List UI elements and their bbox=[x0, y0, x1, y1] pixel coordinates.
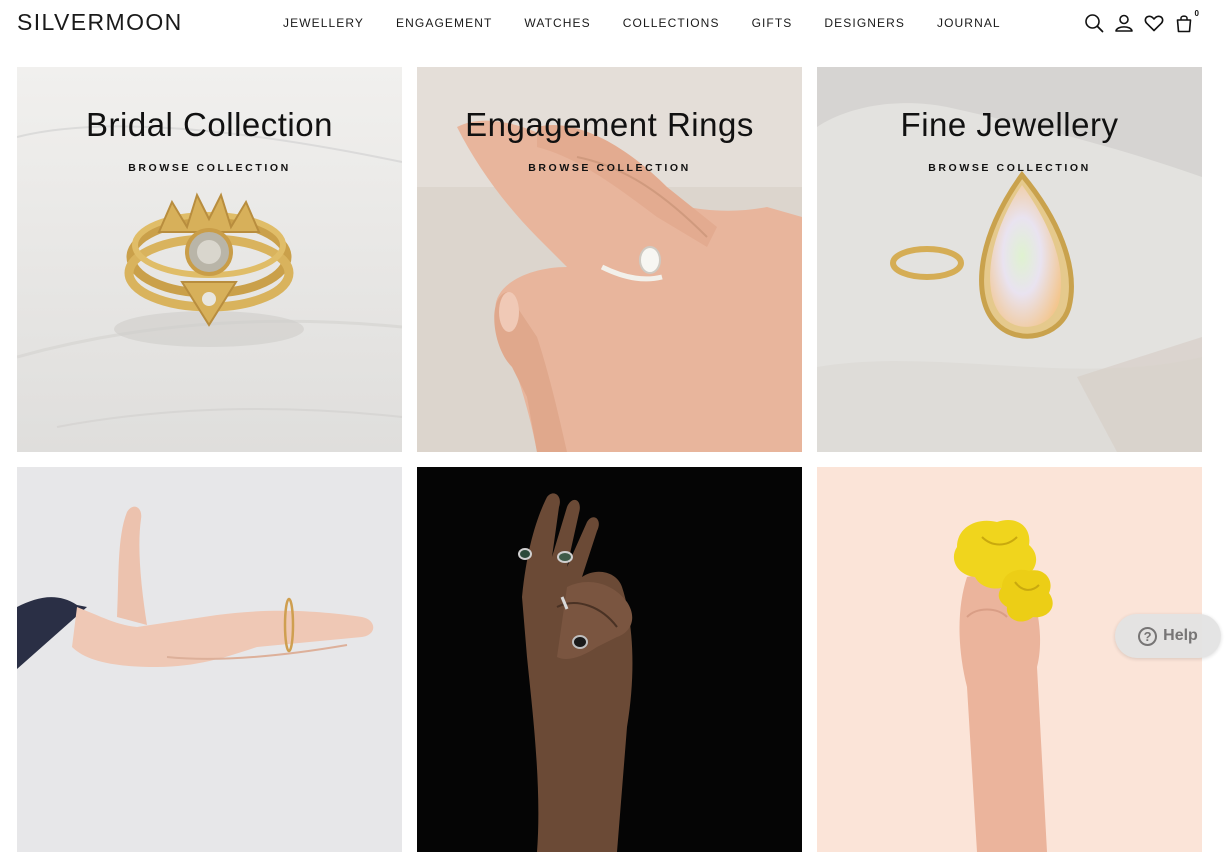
cart-count: 0 bbox=[1194, 9, 1199, 18]
browse-collection-link[interactable]: BROWSE COLLECTION bbox=[17, 161, 402, 175]
help-label: Help bbox=[1163, 627, 1198, 644]
nav-designers[interactable]: DESIGNERS bbox=[824, 15, 905, 31]
browse-collection-link[interactable]: BROWSE COLLECTION bbox=[417, 161, 802, 175]
bag-icon[interactable]: 0 bbox=[1173, 9, 1199, 34]
tile-bridal-collection[interactable]: Bridal Collection BROWSE COLLECTION bbox=[17, 67, 402, 452]
question-circle-icon: ? bbox=[1138, 626, 1158, 646]
account-icon[interactable] bbox=[1113, 12, 1135, 34]
tile-title: Engagement Rings bbox=[465, 106, 754, 143]
hands-with-rings-image bbox=[417, 467, 802, 852]
main-nav: JEWELLERY ENGAGEMENT WATCHES COLLECTIONS… bbox=[283, 15, 1033, 31]
nav-engagement[interactable]: ENGAGEMENT bbox=[396, 15, 492, 31]
tile-title: Fine Jewellery bbox=[900, 106, 1119, 143]
tile-designer-rings[interactable] bbox=[417, 467, 802, 852]
tile-stacking-rings[interactable] bbox=[17, 467, 402, 852]
logo[interactable]: SILVERMOON bbox=[17, 8, 183, 36]
help-button[interactable]: ? Help bbox=[1115, 614, 1221, 658]
nav-watches[interactable]: WATCHES bbox=[524, 15, 590, 31]
browse-collection-link[interactable]: BROWSE COLLECTION bbox=[817, 161, 1202, 175]
header-icons: 0 bbox=[1075, 9, 1199, 34]
thin-ring-hand-image bbox=[17, 467, 402, 852]
heart-icon[interactable] bbox=[1143, 12, 1165, 34]
tile-fine-jewellery[interactable]: Fine Jewellery BROWSE COLLECTION bbox=[817, 67, 1202, 452]
nav-journal[interactable]: JOURNAL bbox=[937, 15, 1001, 31]
tile-engagement-rings[interactable]: Engagement Rings BROWSE COLLECTION bbox=[417, 67, 802, 452]
nav-jewellery[interactable]: JEWELLERY bbox=[283, 15, 364, 31]
site-header: SILVERMOON JEWELLERY ENGAGEMENT WATCHES … bbox=[0, 0, 1229, 48]
nav-collections[interactable]: COLLECTIONS bbox=[623, 15, 720, 31]
search-icon[interactable] bbox=[1083, 12, 1105, 34]
flower-hand-image bbox=[817, 467, 1202, 852]
tile-gifts[interactable] bbox=[817, 467, 1202, 852]
nav-gifts[interactable]: GIFTS bbox=[752, 15, 793, 31]
tile-title: Bridal Collection bbox=[86, 106, 333, 143]
